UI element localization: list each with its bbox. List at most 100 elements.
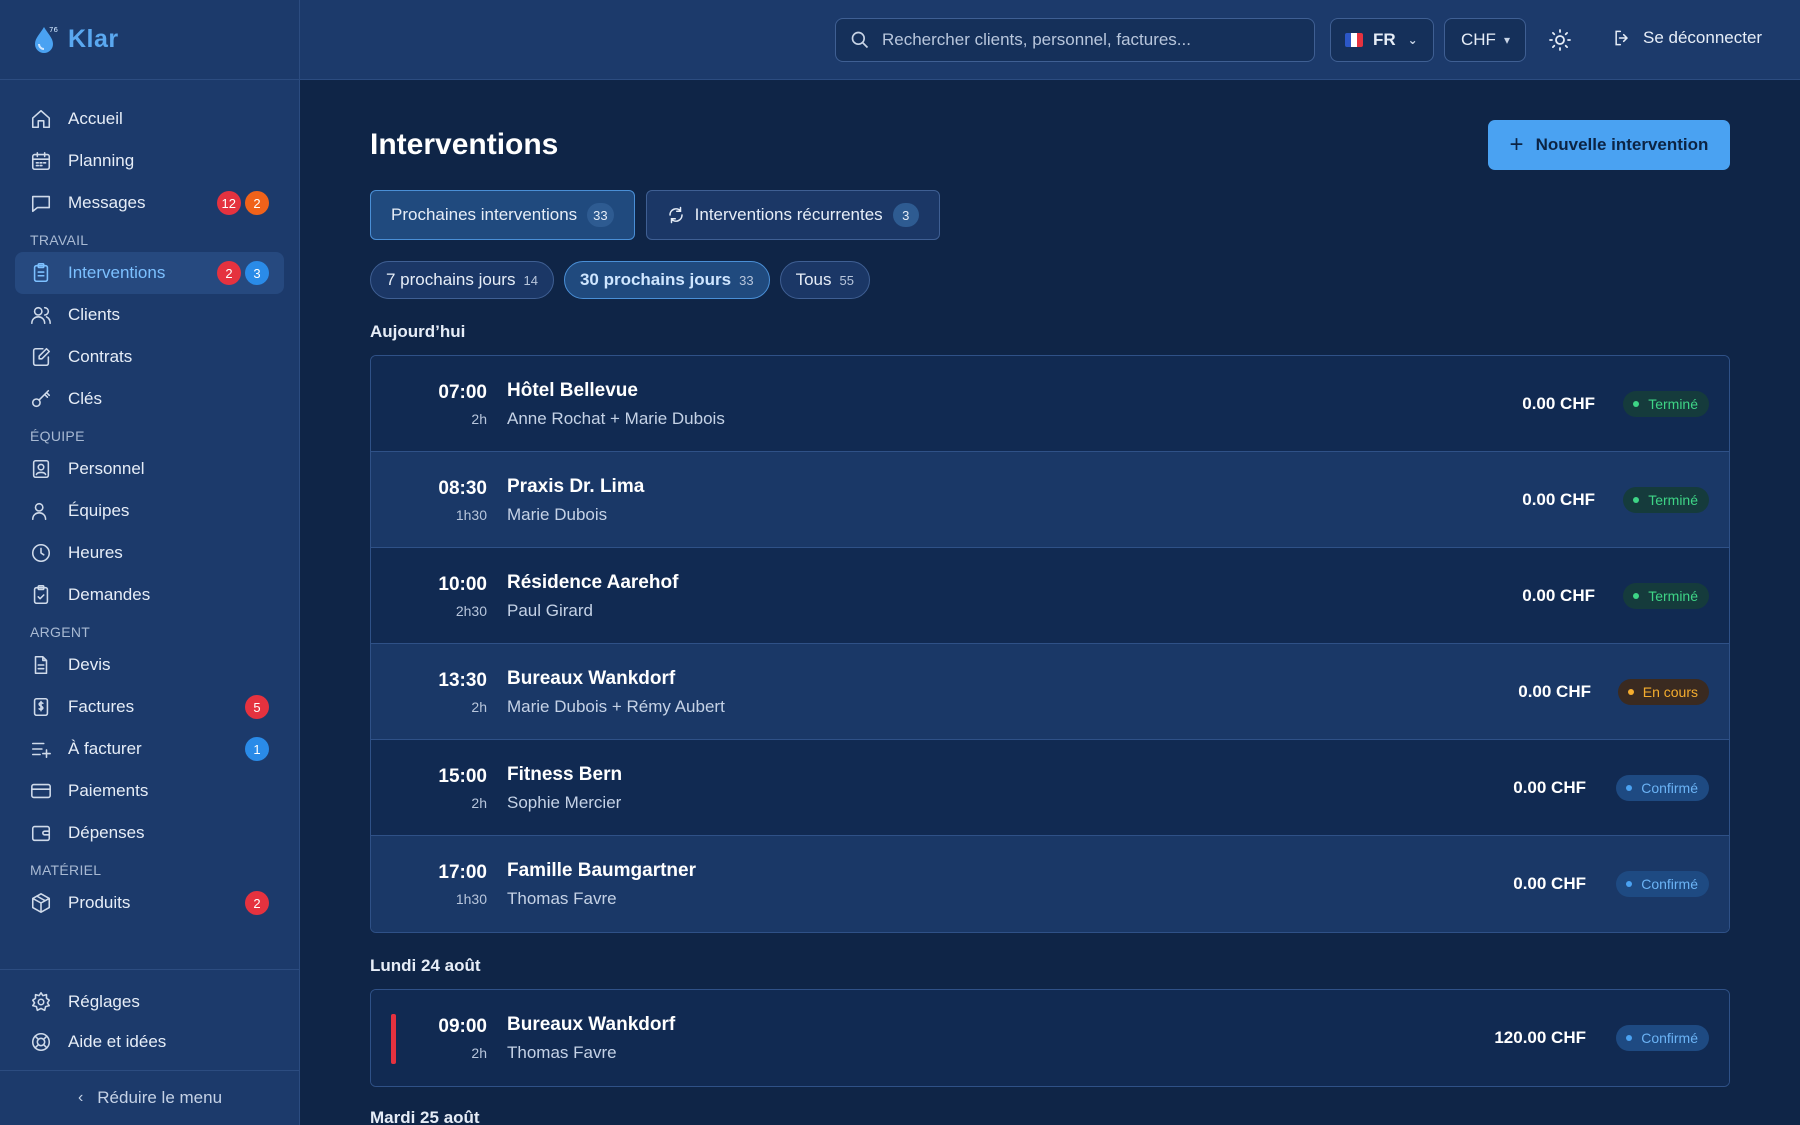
row-time: 13:30 [438,670,487,691]
language-select[interactable]: FR ⌄ [1330,18,1434,62]
brand-logo[interactable]: 76 Klar [0,0,299,80]
refresh-icon [668,206,683,224]
sidebar-item-heures[interactable]: Heures [0,532,299,574]
tab-label: Prochaines interventions [391,205,578,224]
sidebar-item-equipes[interactable]: Équipes [0,490,299,532]
contract-icon [30,346,52,368]
filter-count: 33 [739,272,754,288]
row-staff: Marie Dubois + Rémy Aubert [507,697,725,716]
logout-button[interactable]: Se déconnecter [1612,28,1762,48]
search-box[interactable] [835,18,1315,62]
row-staff: Thomas Favre [507,1043,617,1062]
intervention-row[interactable]: 07:00 2h Hôtel Bellevue Anne Rochat + Ma… [371,356,1729,452]
status-dot [1626,881,1633,887]
sidebar-item-devis[interactable]: Devis [0,644,299,686]
filter-label: 7 prochains jours [386,270,516,289]
sidebar-item-a-facturer[interactable]: À facturer 1 [0,728,299,770]
sidebar-bottom: Réglages Aide et idées [0,969,300,1062]
currency-value: CHF [1461,30,1496,49]
tab-count: 3 [892,203,919,227]
sidebar-item-label: À facturer [68,739,142,758]
sidebar-item-cles[interactable]: Clés [0,378,299,420]
row-time: 08:30 [438,478,487,499]
currency-select[interactable]: CHF ▾ [1444,18,1526,62]
sidebar-item-produits[interactable]: Produits 2 [0,882,299,924]
intervention-row[interactable]: 15:00 2h Fitness Bern Sophie Mercier 0.0… [371,740,1729,836]
tab-recurring[interactable]: Interventions récurrentes 3 [645,190,940,240]
request-icon [30,584,52,606]
badge-group: 1 [245,737,269,761]
row-client: Praxis Dr. Lima [507,476,645,497]
info-badge: 1 [245,737,269,761]
day-label: Mardi 25 août [370,1108,480,1125]
row-staff: Thomas Favre [507,889,617,908]
pending-badge: 2 [245,191,269,215]
box-icon [30,892,52,914]
intervention-row[interactable]: 13:30 2h Bureaux Wankdorf Marie Dubois +… [371,644,1729,740]
row-staff: Paul Girard [507,601,593,620]
filter-all[interactable]: Tous 55 [779,261,870,299]
status-label: Terminé [1648,396,1698,412]
svg-text:76: 76 [49,26,58,34]
sidebar-item-messages[interactable]: Messages 12 2 [0,182,299,224]
topbar: FR ⌄ CHF ▾ Se déconnecter [300,0,1800,80]
intervention-row[interactable]: 08:30 1h30 Praxis Dr. Lima Marie Dubois … [371,452,1729,548]
sidebar-item-label: Devis [68,655,111,674]
sidebar-item-clients[interactable]: Clients [0,294,299,336]
wallet-icon [30,822,52,844]
row-client: Bureaux Wankdorf [507,668,676,689]
language-value: FR [1373,30,1396,49]
badge-group: 2 [245,891,269,915]
row-duration: 2h [471,1045,487,1061]
badge-group: 5 [245,695,269,719]
clipboard-icon [30,262,52,284]
new-intervention-button[interactable]: + Nouvelle intervention [1488,120,1730,170]
filter-30-days[interactable]: 30 prochains jours 33 [563,261,770,299]
sidebar-nav: Accueil Planning Messages 12 2 TRAVAIL I… [0,80,299,924]
card-icon [30,780,52,802]
sidebar-item-label: Heures [68,543,123,562]
row-staff: Anne Rochat + Marie Dubois [507,409,725,428]
row-amount: 0.00 CHF [1522,586,1595,605]
tab-upcoming[interactable]: Prochaines interventions 33 [370,190,635,240]
filter-7-days[interactable]: 7 prochains jours 14 [370,261,554,299]
sidebar-item-planning[interactable]: Planning [0,140,299,182]
intervention-row[interactable]: 17:00 1h30 Famille Baumgartner Thomas Fa… [371,836,1729,932]
row-duration: 1h30 [455,507,487,523]
new-intervention-label: Nouvelle intervention [1535,135,1709,154]
day-label: Aujourd’hui [370,322,466,341]
intervention-row[interactable]: 10:00 2h30 Résidence Aarehof Paul Girard… [371,548,1729,644]
sidebar-item-factures[interactable]: Factures 5 [0,686,299,728]
sidebar-item-paiements[interactable]: Paiements [0,770,299,812]
status-badge: Terminé [1623,487,1709,513]
sidebar-item-label: Accueil [68,109,123,128]
collapse-menu-button[interactable]: ‹ Réduire le menu [0,1070,300,1125]
sidebar-item-depenses[interactable]: Dépenses [0,812,299,854]
chevron-left-icon: ‹ [77,1089,84,1106]
sidebar-item-label: Réglages [68,992,140,1011]
intervention-row[interactable]: 09:00 2h Bureaux Wankdorf Thomas Favre 1… [371,990,1729,1086]
sidebar-item-interventions[interactable]: Interventions 2 3 [15,252,284,294]
sidebar-item-label: Contrats [68,347,133,366]
sidebar-item-accueil[interactable]: Accueil [0,98,299,140]
status-label: Confirmé [1641,1030,1698,1046]
sidebar-item-demandes[interactable]: Demandes [0,574,299,616]
water-drop-icon: 76 [35,26,58,53]
sidebar-item-label: Aide et idées [68,1032,167,1051]
status-dot [1626,1035,1633,1041]
chevron-down-icon: ▾ [1503,33,1510,47]
section-label-equipe: ÉQUIPE [30,428,85,444]
status-label: Confirmé [1641,876,1698,892]
section-label-argent: ARGENT [30,624,91,640]
sidebar-item-contrats[interactable]: Contrats [0,336,299,378]
sidebar-item-reglages[interactable]: Réglages [0,982,300,1022]
status-badge: En cours [1617,679,1709,705]
sidebar-item-aide[interactable]: Aide et idées [0,1022,300,1062]
sidebar-item-personnel[interactable]: Personnel [0,448,299,490]
row-time: 17:00 [438,862,487,883]
theme-toggle-button[interactable] [1548,28,1572,52]
search-input[interactable] [882,30,1302,50]
status-dot [1627,689,1634,695]
day-label: Lundi 24 août [370,956,481,975]
row-client: Famille Baumgartner [507,860,696,881]
